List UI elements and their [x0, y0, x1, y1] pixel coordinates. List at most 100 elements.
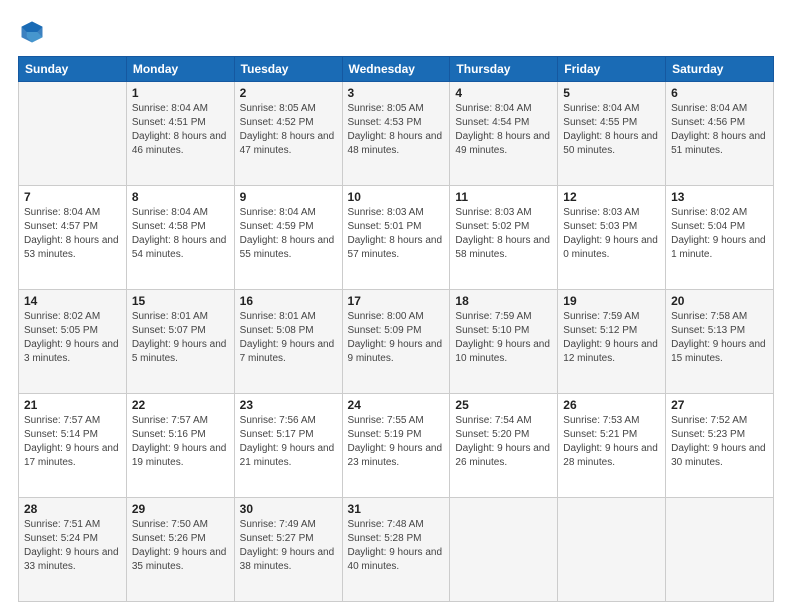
day-number: 8	[132, 190, 229, 204]
calendar-cell: 1 Sunrise: 8:04 AMSunset: 4:51 PMDaylight…	[126, 82, 234, 186]
calendar-cell: 24 Sunrise: 7:55 AMSunset: 5:19 PMDayligh…	[342, 394, 450, 498]
day-info: Sunrise: 8:04 AMSunset: 4:57 PMDaylight:…	[24, 206, 121, 262]
weekday-header-monday: Monday	[126, 57, 234, 82]
day-number: 6	[671, 86, 768, 100]
calendar-week-4: 21 Sunrise: 7:57 AMSunset: 5:14 PMDayligh…	[19, 394, 774, 498]
calendar-cell: 5Sunrise: 8:04 AMSunset: 4:55 PMDaylight…	[558, 82, 666, 186]
calendar-cell	[450, 498, 558, 602]
day-number: 4	[455, 86, 552, 100]
calendar-week-1: 1 Sunrise: 8:04 AMSunset: 4:51 PMDaylight…	[19, 82, 774, 186]
header	[18, 18, 774, 46]
day-info: Sunrise: 8:03 AMSunset: 5:01 PMDaylight:…	[348, 206, 445, 262]
calendar-cell	[558, 498, 666, 602]
day-info: Sunrise: 8:02 AMSunset: 5:05 PMDaylight:…	[24, 310, 121, 366]
weekday-header-saturday: Saturday	[666, 57, 774, 82]
day-info: Sunrise: 7:58 AMSunset: 5:13 PMDaylight:…	[671, 310, 768, 366]
weekday-header-sunday: Sunday	[19, 57, 127, 82]
calendar-cell: 8 Sunrise: 8:04 AMSunset: 4:58 PMDaylight…	[126, 186, 234, 290]
calendar-cell: 10 Sunrise: 8:03 AMSunset: 5:01 PMDayligh…	[342, 186, 450, 290]
day-number: 2	[240, 86, 337, 100]
calendar-cell: 19Sunrise: 7:59 AMSunset: 5:12 PMDayligh…	[558, 290, 666, 394]
day-number: 12	[563, 190, 660, 204]
day-info: Sunrise: 7:50 AMSunset: 5:26 PMDaylight:…	[132, 518, 229, 574]
day-info: Sunrise: 7:49 AMSunset: 5:27 PMDaylight:…	[240, 518, 337, 574]
day-info: Sunrise: 7:52 AMSunset: 5:23 PMDaylight:…	[671, 414, 768, 470]
day-number: 28	[24, 502, 121, 516]
weekday-header-friday: Friday	[558, 57, 666, 82]
logo-icon	[18, 18, 46, 46]
day-info: Sunrise: 8:04 AMSunset: 4:59 PMDaylight:…	[240, 206, 337, 262]
calendar-cell: 30 Sunrise: 7:49 AMSunset: 5:27 PMDayligh…	[234, 498, 342, 602]
day-number: 31	[348, 502, 445, 516]
weekday-header-tuesday: Tuesday	[234, 57, 342, 82]
day-number: 10	[348, 190, 445, 204]
day-number: 15	[132, 294, 229, 308]
calendar-header: SundayMondayTuesdayWednesdayThursdayFrid…	[19, 57, 774, 82]
day-info: Sunrise: 8:00 AMSunset: 5:09 PMDaylight:…	[348, 310, 445, 366]
day-number: 30	[240, 502, 337, 516]
calendar-cell: 13Sunrise: 8:02 AMSunset: 5:04 PMDayligh…	[666, 186, 774, 290]
day-info: Sunrise: 8:01 AMSunset: 5:07 PMDaylight:…	[132, 310, 229, 366]
day-number: 22	[132, 398, 229, 412]
calendar-table: SundayMondayTuesdayWednesdayThursdayFrid…	[18, 56, 774, 602]
day-info: Sunrise: 8:02 AMSunset: 5:04 PMDaylight:…	[671, 206, 768, 262]
day-number: 23	[240, 398, 337, 412]
weekday-header-thursday: Thursday	[450, 57, 558, 82]
calendar-cell: 21 Sunrise: 7:57 AMSunset: 5:14 PMDayligh…	[19, 394, 127, 498]
day-info: Sunrise: 7:57 AMSunset: 5:14 PMDaylight:…	[24, 414, 121, 470]
day-info: Sunrise: 8:03 AMSunset: 5:02 PMDaylight:…	[455, 206, 552, 262]
day-info: Sunrise: 7:53 AMSunset: 5:21 PMDaylight:…	[563, 414, 660, 470]
day-number: 1	[132, 86, 229, 100]
calendar-cell: 4 Sunrise: 8:04 AMSunset: 4:54 PMDaylight…	[450, 82, 558, 186]
day-number: 19	[563, 294, 660, 308]
day-number: 3	[348, 86, 445, 100]
calendar-cell: 2 Sunrise: 8:05 AMSunset: 4:52 PMDaylight…	[234, 82, 342, 186]
day-info: Sunrise: 8:01 AMSunset: 5:08 PMDaylight:…	[240, 310, 337, 366]
day-number: 11	[455, 190, 552, 204]
calendar-cell: 22Sunrise: 7:57 AMSunset: 5:16 PMDayligh…	[126, 394, 234, 498]
logo	[18, 18, 50, 46]
day-info: Sunrise: 8:05 AMSunset: 4:52 PMDaylight:…	[240, 102, 337, 158]
day-info: Sunrise: 8:03 AMSunset: 5:03 PMDaylight:…	[563, 206, 660, 262]
day-info: Sunrise: 7:56 AMSunset: 5:17 PMDaylight:…	[240, 414, 337, 470]
calendar-cell: 28 Sunrise: 7:51 AMSunset: 5:24 PMDayligh…	[19, 498, 127, 602]
day-number: 29	[132, 502, 229, 516]
calendar-cell: 14Sunrise: 8:02 AMSunset: 5:05 PMDayligh…	[19, 290, 127, 394]
day-number: 27	[671, 398, 768, 412]
weekday-header-wednesday: Wednesday	[342, 57, 450, 82]
calendar-cell: 25 Sunrise: 7:54 AMSunset: 5:20 PMDayligh…	[450, 394, 558, 498]
calendar-cell: 29 Sunrise: 7:50 AMSunset: 5:26 PMDayligh…	[126, 498, 234, 602]
calendar-cell: 23 Sunrise: 7:56 AMSunset: 5:17 PMDayligh…	[234, 394, 342, 498]
day-number: 25	[455, 398, 552, 412]
calendar-week-2: 7 Sunrise: 8:04 AMSunset: 4:57 PMDaylight…	[19, 186, 774, 290]
day-number: 5	[563, 86, 660, 100]
day-info: Sunrise: 7:51 AMSunset: 5:24 PMDaylight:…	[24, 518, 121, 574]
calendar-cell: 26 Sunrise: 7:53 AMSunset: 5:21 PMDayligh…	[558, 394, 666, 498]
calendar-cell: 31Sunrise: 7:48 AMSunset: 5:28 PMDayligh…	[342, 498, 450, 602]
calendar-week-5: 28 Sunrise: 7:51 AMSunset: 5:24 PMDayligh…	[19, 498, 774, 602]
day-info: Sunrise: 8:04 AMSunset: 4:54 PMDaylight:…	[455, 102, 552, 158]
day-info: Sunrise: 7:59 AMSunset: 5:10 PMDaylight:…	[455, 310, 552, 366]
calendar-cell	[666, 498, 774, 602]
calendar-cell: 11 Sunrise: 8:03 AMSunset: 5:02 PMDayligh…	[450, 186, 558, 290]
calendar-cell: 18Sunrise: 7:59 AMSunset: 5:10 PMDayligh…	[450, 290, 558, 394]
day-number: 21	[24, 398, 121, 412]
calendar-cell: 12 Sunrise: 8:03 AMSunset: 5:03 PMDayligh…	[558, 186, 666, 290]
calendar-cell: 15 Sunrise: 8:01 AMSunset: 5:07 PMDayligh…	[126, 290, 234, 394]
day-number: 16	[240, 294, 337, 308]
day-number: 26	[563, 398, 660, 412]
day-number: 17	[348, 294, 445, 308]
day-info: Sunrise: 8:04 AMSunset: 4:56 PMDaylight:…	[671, 102, 768, 158]
day-number: 20	[671, 294, 768, 308]
day-number: 7	[24, 190, 121, 204]
calendar-cell: 27 Sunrise: 7:52 AMSunset: 5:23 PMDayligh…	[666, 394, 774, 498]
day-info: Sunrise: 8:05 AMSunset: 4:53 PMDaylight:…	[348, 102, 445, 158]
day-info: Sunrise: 7:55 AMSunset: 5:19 PMDaylight:…	[348, 414, 445, 470]
day-number: 24	[348, 398, 445, 412]
calendar-week-3: 14Sunrise: 8:02 AMSunset: 5:05 PMDayligh…	[19, 290, 774, 394]
page: SundayMondayTuesdayWednesdayThursdayFrid…	[0, 0, 792, 612]
calendar-cell: 16 Sunrise: 8:01 AMSunset: 5:08 PMDayligh…	[234, 290, 342, 394]
day-info: Sunrise: 8:04 AMSunset: 4:58 PMDaylight:…	[132, 206, 229, 262]
day-info: Sunrise: 8:04 AMSunset: 4:51 PMDaylight:…	[132, 102, 229, 158]
day-info: Sunrise: 7:54 AMSunset: 5:20 PMDaylight:…	[455, 414, 552, 470]
